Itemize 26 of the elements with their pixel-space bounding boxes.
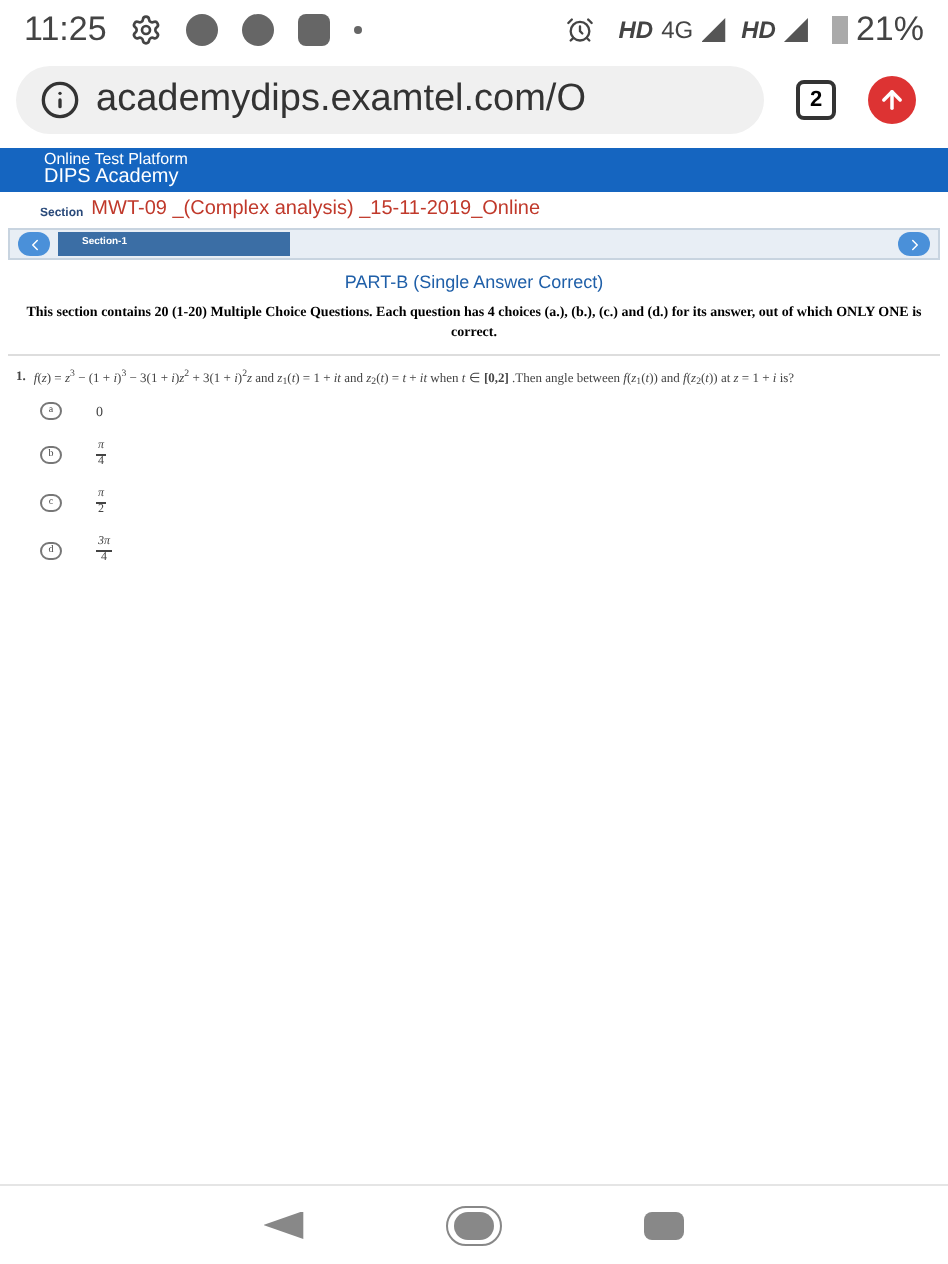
notification-icon — [242, 14, 275, 46]
tab-count-button[interactable]: 2 — [796, 80, 836, 120]
back-icon[interactable] — [263, 1211, 304, 1239]
test-title: MWT-09 _(Complex analysis) _15-11-2019_Online — [91, 196, 541, 224]
home-icon[interactable] — [445, 1205, 502, 1245]
battery-icon — [831, 16, 848, 44]
part-title: PART-B (Single Answer Correct) — [342, 270, 606, 296]
recents-icon[interactable] — [644, 1211, 685, 1239]
next-button[interactable] — [898, 232, 930, 256]
header-title: DIPS Academy — [44, 168, 181, 192]
address-bar[interactable]: academydips.examtel.com/O — [16, 66, 764, 134]
notification-icon — [186, 14, 219, 46]
clock-time: 11:25 — [24, 8, 107, 53]
upload-button[interactable] — [868, 76, 916, 124]
network-type: 4G — [661, 14, 694, 48]
settings-icon — [130, 14, 163, 46]
battery-level: 21% — [855, 8, 924, 53]
header-subtitle: Online Test Platform — [44, 152, 190, 168]
url-text: academydips.examtel.com/O — [96, 75, 586, 124]
network-label: HD — [741, 14, 776, 48]
info-icon — [40, 80, 80, 120]
app-icon — [298, 14, 331, 46]
previous-button[interactable] — [18, 232, 50, 256]
network-label: HD — [618, 14, 654, 48]
arrow-up-icon — [878, 86, 906, 114]
alarm-icon — [566, 16, 595, 44]
